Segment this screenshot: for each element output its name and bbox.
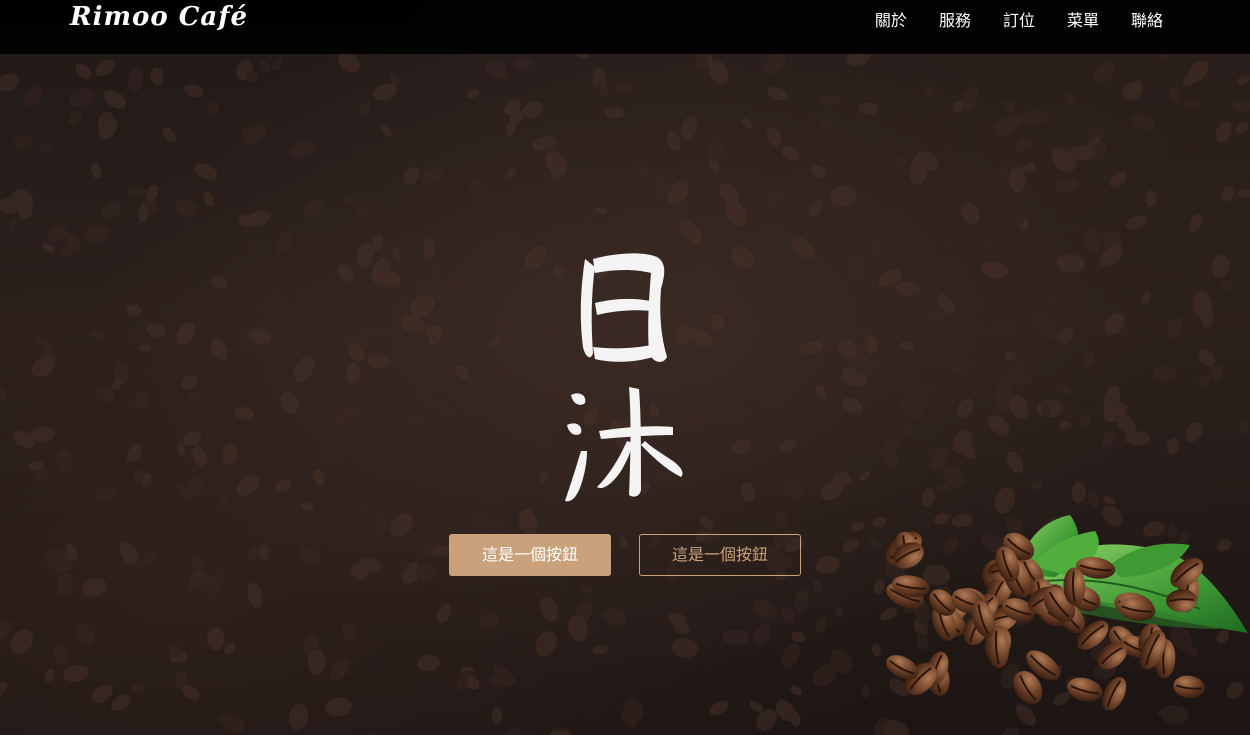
top-navbar: Rimoo Café 關於 服務 訂位 菜單 聯絡	[0, 0, 1250, 54]
hero-section: Rimoo Café 關於 服務 訂位 菜單 聯絡 這是一個按鈕 這是一個按鈕	[0, 0, 1250, 735]
site-logo[interactable]: Rimoo Café	[70, 2, 248, 32]
nav-item-menu[interactable]: 菜單	[1067, 10, 1099, 32]
nav-item-services[interactable]: 服務	[939, 10, 971, 32]
nav-item-contact[interactable]: 聯絡	[1131, 10, 1163, 32]
nav-item-reservation[interactable]: 訂位	[1003, 10, 1035, 32]
nav-item-about[interactable]: 關於	[875, 10, 907, 32]
main-nav: 關於 服務 訂位 菜單 聯絡	[875, 10, 1163, 32]
calligraphy-title-image	[565, 253, 683, 502]
secondary-cta-button[interactable]: 這是一個按鈕	[639, 534, 801, 576]
primary-cta-button[interactable]: 這是一個按鈕	[449, 534, 611, 576]
logo-text: Rimoo Café	[70, 2, 248, 32]
coffee-beans-leaf-illustration	[885, 515, 1248, 710]
